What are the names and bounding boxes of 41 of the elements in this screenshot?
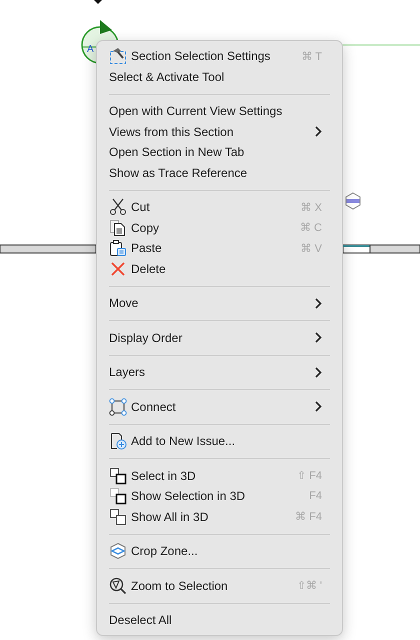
menu-item[interactable]: Section Selection Settings ⌘ T <box>97 46 342 66</box>
menu-item[interactable]: Display Order <box>97 328 342 348</box>
cube-icon <box>109 542 127 560</box>
menu-item[interactable]: Select in 3D ⇧ F4 <box>97 466 342 486</box>
cross-icon <box>109 260 127 278</box>
shortcut-label: ⇧⌘ ' <box>296 579 322 592</box>
menu-item[interactable]: Delete <box>97 258 342 279</box>
menu-item[interactable]: Zoom to Selection ⇧⌘ ' <box>97 576 342 596</box>
menu-item[interactable]: Layers <box>97 362 342 382</box>
menu-item[interactable]: Views from this Section <box>97 122 342 142</box>
scissors-icon <box>109 198 127 216</box>
shortcut-label: F4 <box>309 490 322 502</box>
nodes-icon <box>109 398 127 416</box>
menu-item[interactable]: Open Section in New Tab <box>97 142 342 162</box>
menu-item[interactable]: Deselect All <box>97 610 342 630</box>
menu-item[interactable]: Copy ⌘ C <box>97 218 342 238</box>
shortcut-label: ⌘ F4 <box>295 510 322 524</box>
hammer-icon <box>109 47 127 66</box>
menu-item[interactable]: Show Selection in 3D F4 <box>97 486 342 506</box>
menu-item[interactable]: Open with Current View Settings <box>97 101 342 122</box>
menu-item[interactable]: Move <box>97 293 342 314</box>
menu-item[interactable]: Select & Activate Tool <box>97 66 342 87</box>
shortcut-label: ⌘ C <box>300 221 322 234</box>
menu-item[interactable]: Show as Trace Reference <box>97 162 342 183</box>
hexagon-marker <box>346 192 360 210</box>
shortcut-label: ⌘ T <box>301 50 322 63</box>
menu-item[interactable]: Cut ⌘ X <box>97 197 342 218</box>
menu-item[interactable]: Paste ⌘ V <box>97 238 342 258</box>
diamond-marker <box>94 0 102 4</box>
menu-item[interactable]: Crop Zone... <box>97 541 342 562</box>
menu-item[interactable]: Connect <box>97 396 342 417</box>
menu-item[interactable]: Add to New Issue... <box>97 431 342 452</box>
marker-label: A <box>87 44 94 55</box>
document-icon <box>109 218 127 237</box>
clipboard-icon <box>109 239 127 258</box>
shortcut-label: ⌘ X <box>300 200 322 214</box>
shortcut-label: ⇧ F4 <box>297 469 322 482</box>
shortcut-label: ⌘ V <box>300 242 322 255</box>
magnifier-icon <box>109 576 127 595</box>
document-plus-icon <box>109 432 127 450</box>
menu-item[interactable]: Show All in 3D ⌘ F4 <box>97 506 342 527</box>
